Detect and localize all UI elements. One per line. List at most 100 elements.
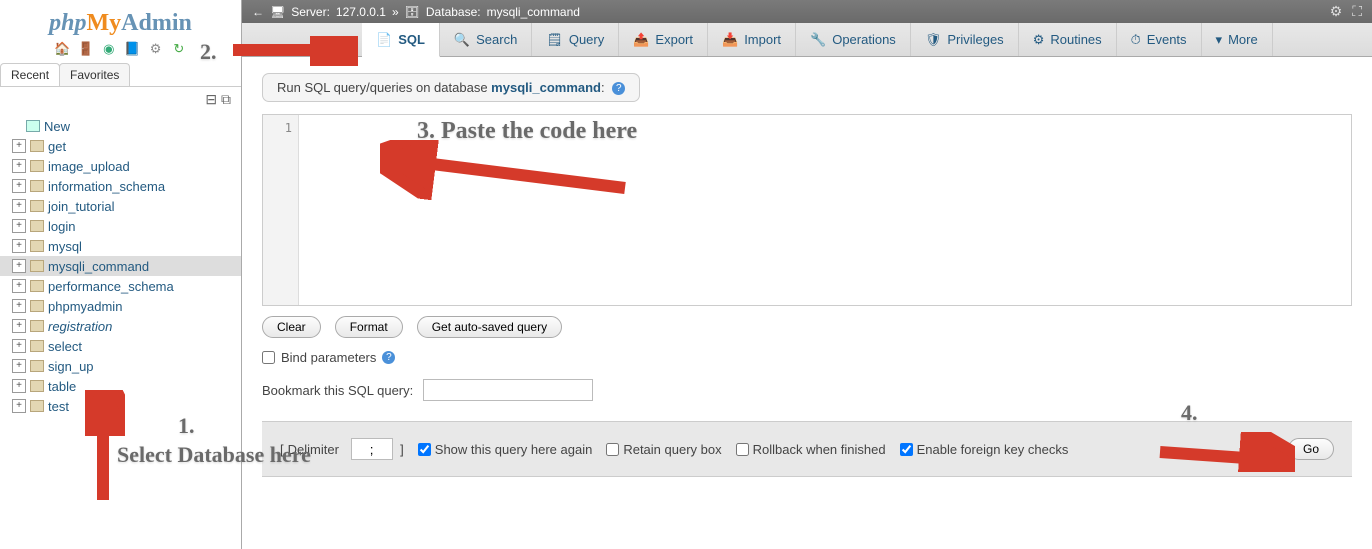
show-again-checkbox[interactable] [418,443,431,456]
more-icon: ▾ [1216,32,1223,48]
tree-item-image_upload[interactable]: + image_upload [0,156,241,176]
expander-icon[interactable]: + [12,279,26,293]
fullscreen-icon[interactable]: ⛶ [1352,3,1362,19]
tab-label: Events [1147,32,1187,47]
tree-item-get[interactable]: +get [0,136,241,156]
expander-icon[interactable]: + [12,179,26,193]
autosaved-button[interactable]: Get auto-saved query [417,316,562,338]
tab-export[interactable]: 📤Export [619,23,708,56]
database-tree: New +get+image_upload+information_schema… [0,112,241,549]
help-icon[interactable]: ? [612,82,625,95]
bookmark-input[interactable] [423,379,593,401]
tree-item-registration[interactable]: +registration [0,316,241,336]
crumb-db-value[interactable]: mysqli_command [487,5,580,19]
docs-icon[interactable]: 📘 [124,41,140,57]
db-icon [30,320,44,332]
tree-item-phpmyadmin[interactable]: + phpmyadmin [0,296,241,316]
breadcrumb: ← 🖥 Server: 127.0.0.1 » 🗄 Database: mysq… [242,0,1372,23]
sql-icon: 📄 [376,32,392,48]
tree-item-join_tutorial[interactable]: +join_tutorial [0,196,241,216]
tree-item-label: login [48,219,75,234]
expander-icon[interactable]: + [12,159,26,173]
bookmark-row: Bookmark this SQL query: [262,379,1352,401]
sql-icon[interactable]: ◉ [101,41,117,57]
tab-query[interactable]: 🗒Query [532,23,619,56]
main-tabs: 📄SQL🔍Search🗒Query📤Export📥Import 🔧 Operatio… [242,23,1372,57]
tab-operations[interactable]: 🔧 Operations [796,23,911,56]
tab-search[interactable]: 🔍Search [440,23,532,56]
query-icon: 🗒 [546,32,563,48]
expander-icon[interactable]: + [12,239,26,253]
expander-icon[interactable]: + [12,379,26,393]
tree-item-performance_schema[interactable]: +performance_schema [0,276,241,296]
expander-icon[interactable]: + [12,319,26,333]
import-icon: 📥 [722,32,738,48]
tab-more[interactable]: ▾More [1202,23,1273,56]
expander-icon[interactable]: + [12,359,26,373]
expander-icon[interactable]: + [12,139,26,153]
tree-item-table[interactable]: +table [0,376,241,396]
database-icon: 🗄 [405,5,420,19]
bind-params-checkbox[interactable] [262,351,275,364]
expander-icon[interactable]: + [12,199,26,213]
tree-item-mysqli_command[interactable]: +mysqli_command [0,256,241,276]
tree-item-sign_up[interactable]: + sign_up [0,356,241,376]
rollback-label: Rollback when finished [753,442,886,457]
tab-routines[interactable]: ⚙Routines [1019,23,1117,56]
tree-item-label: image_upload [48,159,130,174]
crumb-db-label: Database: [426,5,481,19]
tab-recent[interactable]: Recent [0,63,60,86]
logo: phpMyAdmin [0,0,241,39]
footer-panel: [ Delimiter ] Show this query here again… [262,421,1352,477]
expander-icon[interactable]: + [12,299,26,313]
sql-editor[interactable] [299,115,1351,305]
expander-icon[interactable]: + [12,219,26,233]
fk-checks-checkbox[interactable] [900,443,913,456]
tree-item-select[interactable]: +select [0,336,241,356]
search-icon: 🔍 [454,32,470,48]
gear-icon[interactable]: ⚙ [1330,3,1343,19]
retain-box-checkbox[interactable] [606,443,619,456]
operations-icon: 🔧 [810,32,826,48]
format-button[interactable]: Format [335,316,403,338]
home-icon[interactable]: 🏠 [54,41,70,57]
tab-label: Operations [832,32,896,47]
go-button[interactable]: Go [1288,438,1334,460]
delimiter-input[interactable] [351,438,393,460]
crumb-server-label: Server: [291,5,330,19]
tab-label: Privileges [947,32,1003,47]
help-icon-2[interactable]: ? [382,351,395,364]
tree-item-label: mysql [48,239,82,254]
sql-title-db[interactable]: mysqli_command [491,80,601,95]
tab-events[interactable]: ⏱ Events [1117,23,1202,56]
back-icon[interactable]: ← [252,5,264,19]
tree-new[interactable]: New [0,116,241,136]
expander-icon[interactable]: + [12,399,26,413]
crumb-server-value[interactable]: 127.0.0.1 [336,5,386,19]
rollback-checkbox[interactable] [736,443,749,456]
db-icon [30,400,44,412]
expander-icon[interactable]: + [12,259,26,273]
tab-import[interactable]: 📥Import [708,23,796,56]
db-icon [30,200,44,212]
tree-item-mysql[interactable]: + mysql [0,236,241,256]
button-row: Clear Format Get auto-saved query [262,316,1352,338]
tab-privileges[interactable]: 🛡Privileges [911,23,1019,56]
exit-icon[interactable]: 🚪 [77,41,93,57]
tree-item-label: phpmyadmin [48,299,122,314]
db-icon [30,220,44,232]
settings-icon[interactable]: ⚙ [148,41,164,57]
reload-icon[interactable]: ↻ [171,41,187,57]
expander-icon[interactable]: + [12,339,26,353]
logo-php: php [49,10,86,36]
tab-sql[interactable]: 📄SQL [362,23,440,57]
events-icon: ⏱ [1131,32,1141,48]
tree-item-login[interactable]: + login [0,216,241,236]
clear-button[interactable]: Clear [262,316,321,338]
tree-item-information_schema[interactable]: +information_schema [0,176,241,196]
tree-item-test[interactable]: +test [0,396,241,416]
tree-item-label: sign_up [48,359,94,374]
tab-favorites[interactable]: Favorites [59,63,130,86]
collapse-toggle[interactable]: ⊟ ⧉ [0,87,241,112]
tabs-spacer [242,23,362,56]
